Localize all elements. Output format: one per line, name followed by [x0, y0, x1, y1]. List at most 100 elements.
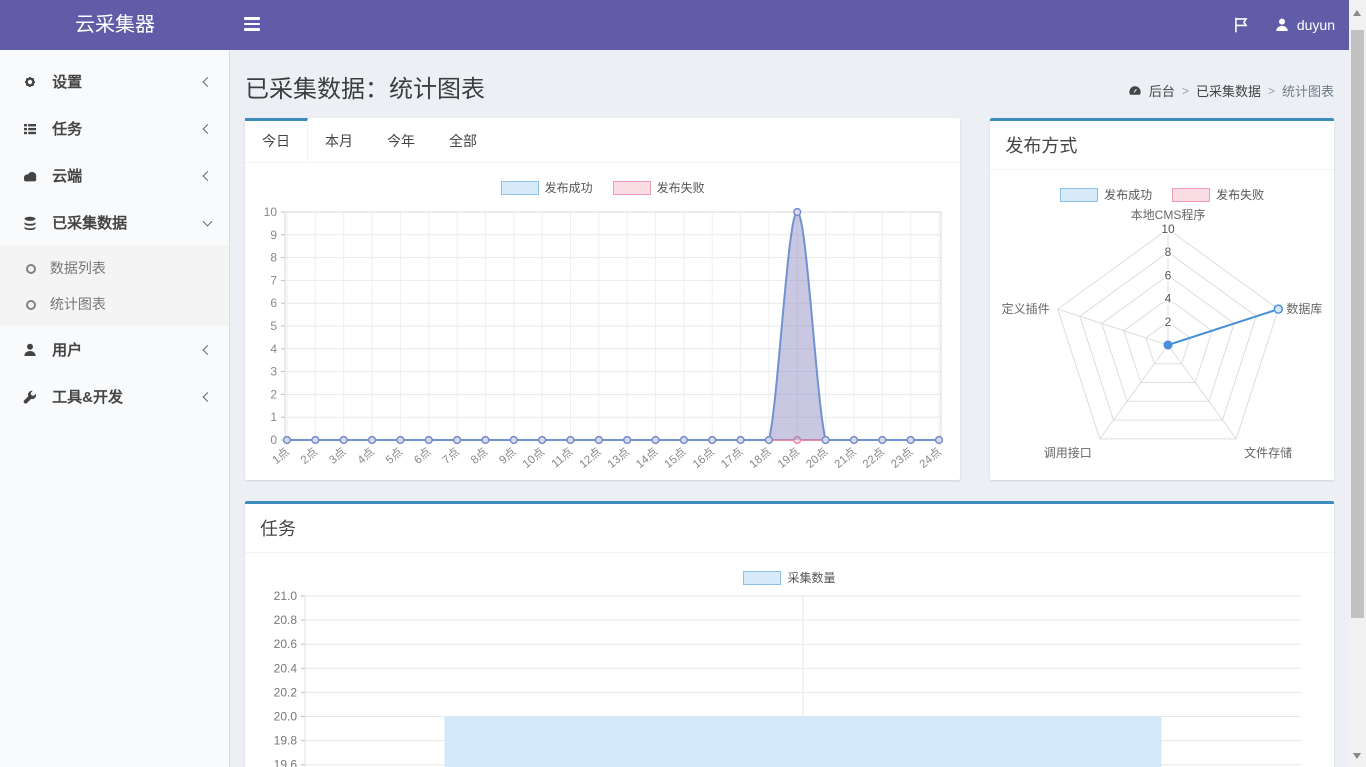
breadcrumb: 后台 > 已采集数据 > 统计图表: [1128, 81, 1334, 104]
legend-swatch: [1060, 188, 1098, 202]
legend-entry[interactable]: 发布失败: [613, 179, 705, 196]
svg-text:文件存储: 文件存储: [1245, 445, 1293, 460]
sidebar-item-settings[interactable]: 设置: [0, 58, 229, 105]
content-header: 已采集数据：统计图表 后台 > 已采集数据 > 统计图表: [245, 69, 1334, 104]
sidebar: 设置 任务 云端: [0, 50, 230, 767]
gear-icon: [22, 74, 38, 90]
radar-chart-legend[interactable]: 发布成功 发布失败: [1000, 186, 1324, 203]
svg-text:22点: 22点: [860, 445, 887, 471]
sidebar-subitem-data-list[interactable]: 数据列表: [0, 250, 229, 286]
svg-text:8点: 8点: [468, 445, 490, 466]
svg-text:7: 7: [270, 273, 277, 287]
svg-text:18点: 18点: [747, 445, 774, 471]
svg-text:20.8: 20.8: [274, 613, 298, 627]
tab-this-month[interactable]: 本月: [308, 118, 370, 162]
legend-label: 采集数量: [787, 569, 835, 586]
chevron-left-icon: [203, 124, 213, 134]
svg-text:14点: 14点: [633, 445, 660, 471]
hourly-chart-legend[interactable]: 发布成功 发布失败: [255, 179, 950, 196]
circle-icon: [26, 264, 36, 274]
legend-label: 发布成功: [545, 179, 593, 196]
svg-text:2点: 2点: [298, 445, 320, 466]
chevron-down-icon: [203, 216, 213, 226]
tab-this-year[interactable]: 今年: [370, 118, 432, 162]
wrench-icon: [22, 389, 38, 405]
publish-method-radar-chart: 本地CMS程序数据库文件存储调用接口自定义插件246810: [1000, 205, 1322, 477]
dashboard-icon: [1128, 85, 1142, 97]
svg-text:19点: 19点: [775, 445, 802, 471]
cloud-icon: [22, 168, 38, 184]
svg-text:自定义插件: 自定义插件: [1000, 301, 1050, 316]
svg-text:3点: 3点: [327, 445, 349, 466]
hourly-line-chart: 0123456789101点2点3点4点5点6点7点8点9点10点11点12点1…: [255, 198, 947, 476]
sidebar-toggle-button[interactable]: [244, 17, 260, 31]
legend-entry[interactable]: 发布成功: [1060, 186, 1152, 203]
sidebar-item-cloud[interactable]: 云端: [0, 152, 229, 199]
vertical-scrollbar[interactable]: [1349, 0, 1366, 767]
submenu-item-label: 数据列表: [50, 260, 106, 276]
svg-text:0: 0: [270, 433, 277, 447]
task-list-icon: [22, 121, 38, 137]
user-menu[interactable]: duyun: [1274, 17, 1335, 33]
svg-text:9点: 9点: [497, 445, 519, 466]
sidebar-item-label: 云端: [52, 168, 82, 185]
user-icon: [1274, 17, 1290, 33]
svg-text:6: 6: [1165, 268, 1172, 282]
svg-text:20.4: 20.4: [274, 661, 298, 675]
svg-text:23点: 23点: [889, 445, 916, 471]
tasks-chart-legend[interactable]: 采集数量: [255, 569, 1324, 586]
legend-entry[interactable]: 采集数量: [743, 569, 835, 586]
svg-text:8: 8: [270, 251, 277, 265]
sidebar-item-collected-data[interactable]: 已采集数据: [0, 199, 229, 246]
sidebar-item-label: 工具&开发: [52, 389, 123, 406]
svg-text:10点: 10点: [520, 445, 547, 471]
svg-text:10: 10: [264, 205, 278, 219]
content-area: 已采集数据：统计图表 后台 > 已采集数据 > 统计图表 今日 本月 今年 全部: [230, 50, 1349, 767]
sidebar-item-label: 设置: [52, 74, 82, 91]
svg-text:20点: 20点: [804, 445, 831, 471]
svg-text:5点: 5点: [383, 445, 405, 466]
breadcrumb-home[interactable]: 后台: [1149, 81, 1175, 100]
sidebar-item-tasks[interactable]: 任务: [0, 105, 229, 152]
scroll-down-arrow[interactable]: [1353, 753, 1361, 759]
chevron-left-icon: [203, 171, 213, 181]
svg-text:10: 10: [1162, 222, 1176, 236]
svg-text:20.0: 20.0: [274, 710, 298, 724]
tasks-panel-title: 任务: [245, 504, 1334, 553]
sidebar-subitem-stats-charts[interactable]: 统计图表: [0, 286, 229, 322]
svg-text:4: 4: [1165, 292, 1172, 306]
legend-label: 发布失败: [657, 179, 705, 196]
svg-text:2: 2: [1165, 315, 1172, 329]
svg-text:12点: 12点: [577, 445, 604, 471]
svg-text:4: 4: [270, 342, 277, 356]
sidebar-item-label: 任务: [52, 121, 82, 138]
svg-text:19.6: 19.6: [274, 758, 298, 767]
svg-text:17点: 17点: [719, 445, 746, 471]
legend-entry[interactable]: 发布失败: [1172, 186, 1264, 203]
scroll-up-arrow[interactable]: [1353, 10, 1361, 16]
svg-text:11点: 11点: [549, 445, 575, 470]
chevron-left-icon: [203, 345, 213, 355]
svg-text:6点: 6点: [412, 445, 434, 466]
legend-entry[interactable]: 发布成功: [501, 179, 593, 196]
app-logo[interactable]: 云采集器: [0, 0, 230, 50]
svg-text:本地CMS程序: 本地CMS程序: [1131, 207, 1206, 222]
chevron-left-icon: [203, 392, 213, 402]
svg-text:调用接口: 调用接口: [1044, 445, 1092, 460]
svg-text:24点: 24点: [917, 445, 944, 471]
breadcrumb-collected-data[interactable]: 已采集数据: [1196, 81, 1261, 100]
legend-swatch: [1172, 188, 1210, 202]
breadcrumb-current: 统计图表: [1282, 81, 1334, 100]
scrollbar-thumb[interactable]: [1351, 30, 1364, 618]
flag-icon[interactable]: [1232, 16, 1250, 34]
sidebar-item-users[interactable]: 用户: [0, 326, 229, 373]
svg-text:21点: 21点: [832, 445, 859, 471]
sidebar-item-tools-dev[interactable]: 工具&开发: [0, 373, 229, 420]
tab-today[interactable]: 今日: [245, 118, 308, 162]
legend-label: 发布成功: [1104, 186, 1152, 203]
tab-all[interactable]: 全部: [432, 118, 494, 162]
navbar-right: duyun: [1232, 0, 1335, 50]
tasks-panel: 任务 采集数量 21.020.820.620.420.220.019.819.6…: [245, 501, 1334, 767]
collected-data-submenu: 数据列表 统计图表: [0, 246, 229, 326]
svg-text:4点: 4点: [355, 445, 377, 466]
